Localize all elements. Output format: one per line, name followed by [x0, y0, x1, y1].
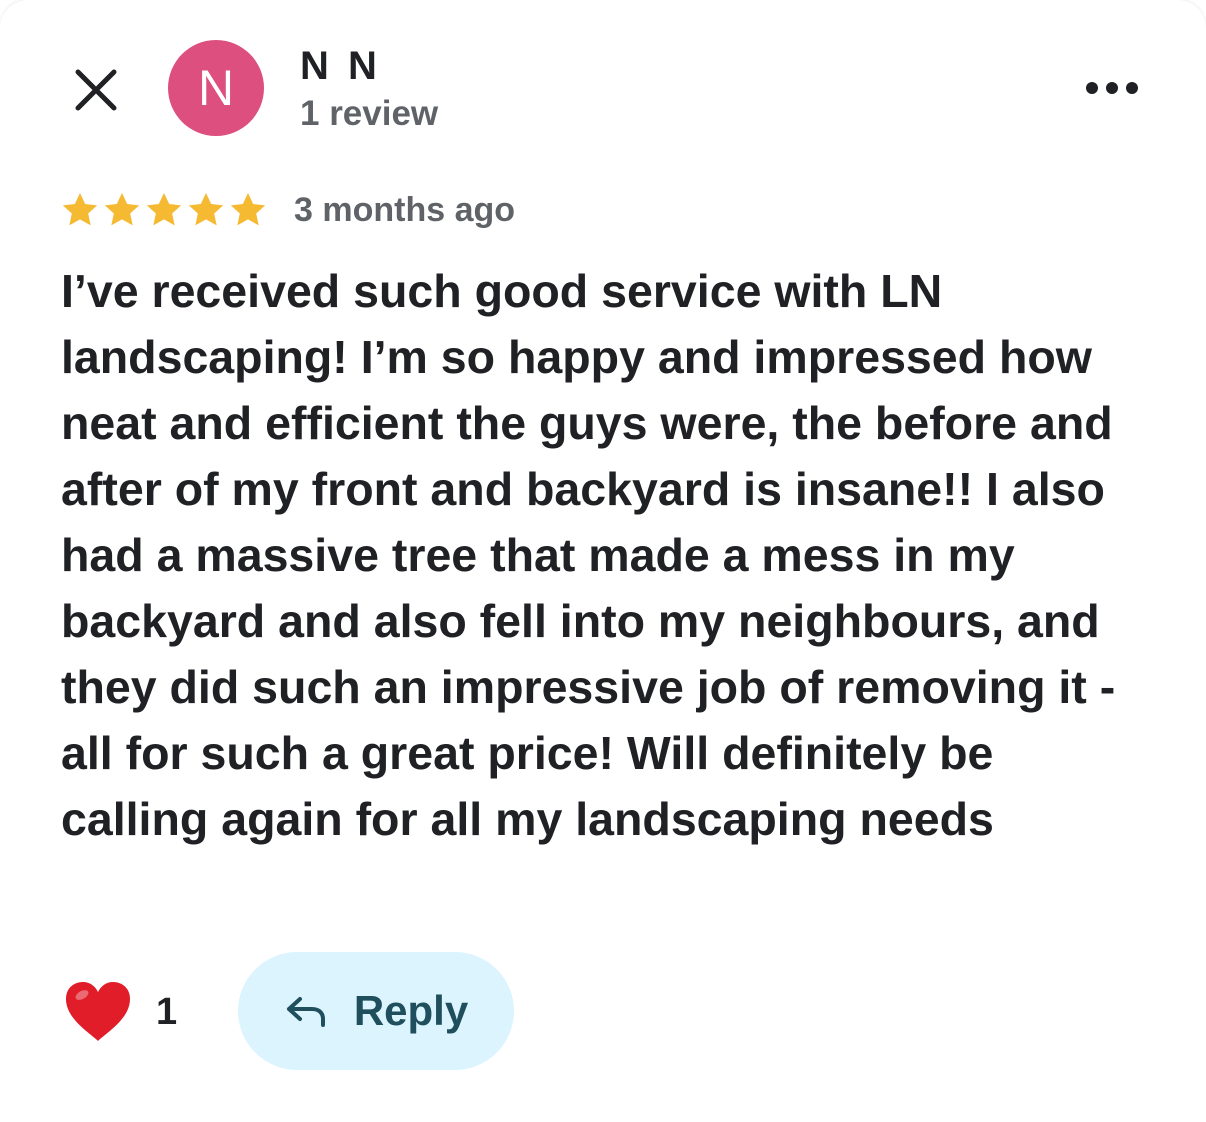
review-card: N N N 1 review 3 months ago I’ve receive…: [0, 0, 1206, 1122]
star-icon: [62, 193, 98, 226]
author-review-count: 1 review: [300, 94, 439, 133]
more-options-button[interactable]: [1080, 70, 1144, 106]
like-button[interactable]: 1: [62, 976, 177, 1048]
star-rating: [60, 190, 268, 230]
close-icon: [75, 69, 117, 111]
review-text: I’ve received such good service with LN …: [61, 265, 1116, 845]
close-button[interactable]: [66, 60, 126, 120]
reply-button[interactable]: Reply: [238, 952, 514, 1070]
star-icon: [104, 193, 140, 226]
rating-row: 3 months ago: [60, 186, 515, 234]
star-icon: [230, 193, 266, 226]
like-count: 1: [156, 990, 178, 1033]
reply-arrow-icon: [286, 997, 325, 1027]
more-horizontal-icon: [1086, 82, 1138, 94]
reply-label: Reply: [353, 987, 469, 1034]
star-icon: [146, 193, 182, 226]
avatar[interactable]: N: [168, 40, 264, 136]
star-icon: [188, 193, 224, 226]
avatar-letter: N: [197, 60, 235, 116]
author-name[interactable]: N N: [300, 42, 381, 90]
heart-icon: [66, 982, 130, 1041]
review-date: 3 months ago: [294, 190, 516, 229]
